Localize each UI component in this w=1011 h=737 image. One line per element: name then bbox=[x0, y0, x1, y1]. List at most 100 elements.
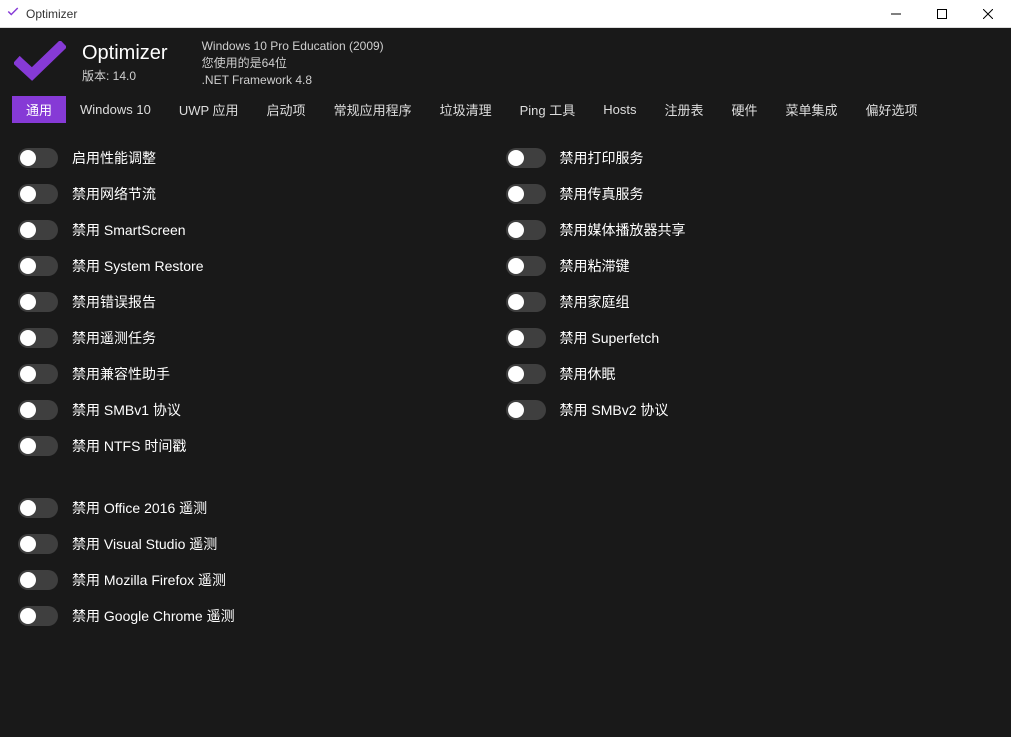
toggle-knob bbox=[20, 608, 36, 624]
left-label-7: 禁用 SMBv1 协议 bbox=[72, 400, 181, 420]
left-row-1: 禁用网络节流 bbox=[18, 176, 506, 212]
tab-6[interactable]: Ping 工具 bbox=[506, 96, 590, 123]
right-toggle-0[interactable] bbox=[506, 148, 546, 168]
close-button[interactable] bbox=[965, 0, 1011, 28]
toggle-knob bbox=[20, 438, 36, 454]
right-toggle-1[interactable] bbox=[506, 184, 546, 204]
tab-9[interactable]: 硬件 bbox=[717, 96, 771, 123]
toggle-knob bbox=[508, 402, 524, 418]
right-label-3: 禁用粘滞键 bbox=[560, 256, 630, 276]
right-toggle-7[interactable] bbox=[506, 400, 546, 420]
tab-5[interactable]: 垃圾清理 bbox=[426, 96, 506, 123]
right-row-3: 禁用粘滞键 bbox=[506, 248, 994, 284]
toggle-knob bbox=[508, 294, 524, 310]
left-row-4: 禁用错误报告 bbox=[18, 284, 506, 320]
left-row-8: 禁用 NTFS 时间戳 bbox=[18, 428, 506, 464]
tab-4[interactable]: 常规应用程序 bbox=[320, 96, 426, 123]
left-extra-label-2: 禁用 Mozilla Firefox 遥测 bbox=[72, 570, 226, 590]
minimize-button[interactable] bbox=[873, 0, 919, 28]
left-extra-toggle-2[interactable] bbox=[18, 570, 58, 590]
left-toggle-5[interactable] bbox=[18, 328, 58, 348]
right-row-5: 禁用 Superfetch bbox=[506, 320, 994, 356]
toggle-knob bbox=[20, 258, 36, 274]
left-label-2: 禁用 SmartScreen bbox=[72, 220, 186, 240]
left-row-7: 禁用 SMBv1 协议 bbox=[18, 392, 506, 428]
left-label-5: 禁用遥测任务 bbox=[72, 328, 156, 348]
os-line-3: .NET Framework 4.8 bbox=[202, 72, 384, 89]
window-title: Optimizer bbox=[26, 7, 77, 21]
right-toggle-6[interactable] bbox=[506, 364, 546, 384]
left-label-8: 禁用 NTFS 时间戳 bbox=[72, 436, 186, 456]
toggle-knob bbox=[20, 536, 36, 552]
right-toggle-3[interactable] bbox=[506, 256, 546, 276]
left-extra-toggle-1[interactable] bbox=[18, 534, 58, 554]
app-icon bbox=[6, 4, 20, 23]
left-extra-toggle-0[interactable] bbox=[18, 498, 58, 518]
window-titlebar: Optimizer bbox=[0, 0, 1011, 28]
left-toggle-8[interactable] bbox=[18, 436, 58, 456]
right-row-1: 禁用传真服务 bbox=[506, 176, 994, 212]
tab-3[interactable]: 启动项 bbox=[253, 96, 320, 123]
toggle-knob bbox=[508, 258, 524, 274]
right-row-6: 禁用休眠 bbox=[506, 356, 994, 392]
right-toggle-2[interactable] bbox=[506, 220, 546, 240]
left-extra-toggle-3[interactable] bbox=[18, 606, 58, 626]
right-column: 禁用打印服务禁用传真服务禁用媒体播放器共享禁用粘滞键禁用家庭组禁用 Superf… bbox=[506, 140, 994, 634]
left-label-1: 禁用网络节流 bbox=[72, 184, 156, 204]
tab-2[interactable]: UWP 应用 bbox=[165, 96, 253, 123]
toggle-knob bbox=[20, 294, 36, 310]
os-line-2: 您使用的是64位 bbox=[202, 55, 384, 72]
checkmark-icon bbox=[14, 41, 66, 86]
left-toggle-6[interactable] bbox=[18, 364, 58, 384]
app-frame: Optimizer 版本: 14.0 Windows 10 Pro Educat… bbox=[0, 28, 1011, 737]
right-label-4: 禁用家庭组 bbox=[560, 292, 630, 312]
toggle-knob bbox=[508, 150, 524, 166]
tab-7[interactable]: Hosts bbox=[589, 98, 650, 121]
left-label-4: 禁用错误报告 bbox=[72, 292, 156, 312]
tab-bar: 通用Windows 10UWP 应用启动项常规应用程序垃圾清理Ping 工具Ho… bbox=[0, 96, 1011, 122]
app-header: Optimizer 版本: 14.0 Windows 10 Pro Educat… bbox=[0, 28, 1011, 96]
left-toggle-2[interactable] bbox=[18, 220, 58, 240]
tab-8[interactable]: 注册表 bbox=[650, 96, 717, 123]
app-version: 版本: 14.0 bbox=[82, 67, 168, 84]
left-toggle-7[interactable] bbox=[18, 400, 58, 420]
left-label-0: 启用性能调整 bbox=[72, 148, 156, 168]
tab-10[interactable]: 菜单集成 bbox=[772, 96, 852, 123]
tab-1[interactable]: Windows 10 bbox=[66, 98, 165, 121]
left-column: 启用性能调整禁用网络节流禁用 SmartScreen 禁用 System Rest… bbox=[18, 140, 506, 634]
tab-0[interactable]: 通用 bbox=[12, 96, 66, 123]
left-row-0: 启用性能调整 bbox=[18, 140, 506, 176]
right-label-6: 禁用休眠 bbox=[560, 364, 616, 384]
maximize-button[interactable] bbox=[919, 0, 965, 28]
left-toggle-0[interactable] bbox=[18, 148, 58, 168]
right-row-2: 禁用媒体播放器共享 bbox=[506, 212, 994, 248]
left-extra-label-0: 禁用 Office 2016 遥测 bbox=[72, 498, 207, 518]
left-label-6: 禁用兼容性助手 bbox=[72, 364, 170, 384]
right-label-2: 禁用媒体播放器共享 bbox=[560, 220, 686, 240]
right-label-1: 禁用传真服务 bbox=[560, 184, 644, 204]
toggle-knob bbox=[20, 330, 36, 346]
left-row-3: 禁用 System Restore bbox=[18, 248, 506, 284]
left-extra-label-3: 禁用 Google Chrome 遥测 bbox=[72, 606, 235, 626]
right-row-7: 禁用 SMBv2 协议 bbox=[506, 392, 994, 428]
app-title-block: Optimizer 版本: 14.0 bbox=[82, 42, 168, 84]
left-label-3: 禁用 System Restore bbox=[72, 256, 203, 276]
left-toggle-3[interactable] bbox=[18, 256, 58, 276]
toggle-knob bbox=[20, 402, 36, 418]
right-toggle-4[interactable] bbox=[506, 292, 546, 312]
right-label-5: 禁用 Superfetch bbox=[560, 328, 660, 348]
content-area: 启用性能调整禁用网络节流禁用 SmartScreen 禁用 System Rest… bbox=[0, 122, 1011, 737]
toggle-knob bbox=[20, 222, 36, 238]
toggle-knob bbox=[20, 186, 36, 202]
section-gap bbox=[18, 464, 506, 490]
left-row-2: 禁用 SmartScreen bbox=[18, 212, 506, 248]
toggle-knob bbox=[20, 366, 36, 382]
right-toggle-5[interactable] bbox=[506, 328, 546, 348]
right-row-4: 禁用家庭组 bbox=[506, 284, 994, 320]
os-info: Windows 10 Pro Education (2009) 您使用的是64位… bbox=[202, 38, 384, 88]
toggle-knob bbox=[20, 500, 36, 516]
left-toggle-4[interactable] bbox=[18, 292, 58, 312]
left-toggle-1[interactable] bbox=[18, 184, 58, 204]
app-name: Optimizer bbox=[82, 42, 168, 65]
tab-11[interactable]: 偏好选项 bbox=[852, 96, 932, 123]
